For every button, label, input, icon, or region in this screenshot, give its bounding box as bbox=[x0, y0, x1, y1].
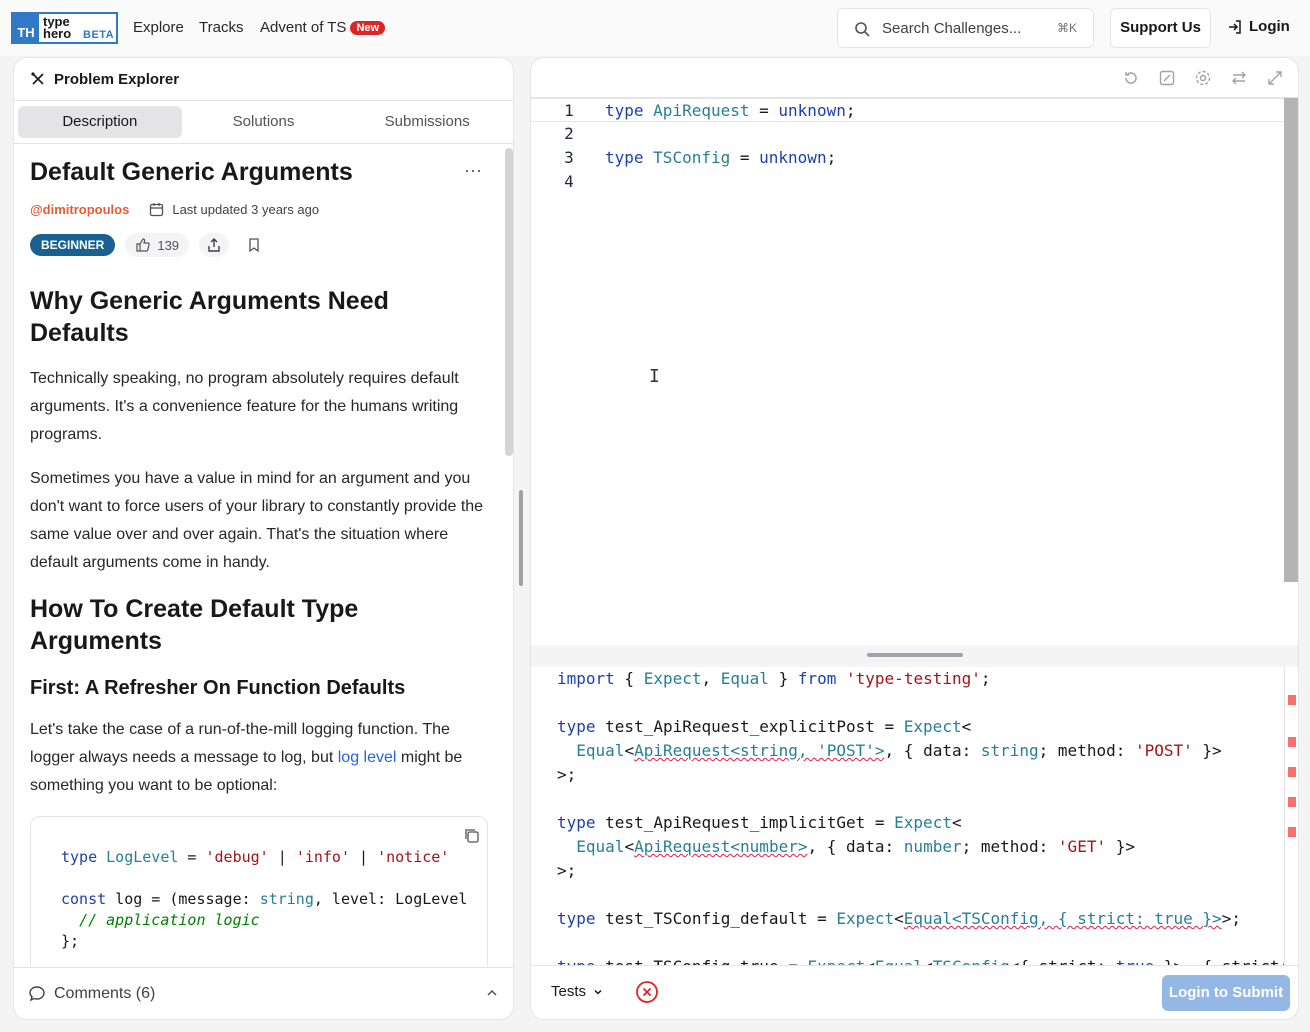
like-button[interactable]: 139 bbox=[125, 233, 190, 257]
test-line: Equal<ApiRequest<number>, { data: number… bbox=[576, 837, 1135, 856]
paragraph: Technically speaking, no program absolut… bbox=[30, 370, 459, 443]
test-line: type test_TSConfig_default = Expect<Equa… bbox=[557, 909, 1241, 928]
comments-toggle[interactable]: Comments (6) bbox=[14, 967, 513, 1019]
error-marker bbox=[1288, 767, 1296, 777]
error-marker bbox=[1288, 827, 1296, 837]
new-badge: New bbox=[350, 21, 386, 35]
error-marker bbox=[1288, 737, 1296, 747]
share-icon bbox=[208, 238, 220, 252]
login-icon bbox=[1229, 19, 1241, 34]
line-number: 2 bbox=[564, 124, 574, 143]
login-button[interactable]: Login bbox=[1227, 18, 1290, 35]
tests-scrollbar[interactable] bbox=[1284, 667, 1298, 967]
log-level-link[interactable]: log level bbox=[338, 749, 397, 766]
search-icon bbox=[855, 22, 870, 37]
settings-icon[interactable] bbox=[1194, 69, 1212, 87]
bookmark-button[interactable] bbox=[239, 233, 269, 257]
test-line: import { Expect, Equal } from 'type-test… bbox=[557, 669, 991, 688]
top-nav: TH type hero BETA Explore Tracks Advent … bbox=[0, 0, 1310, 56]
login-to-submit-button[interactable]: Login to Submit bbox=[1162, 975, 1290, 1011]
reset-icon[interactable] bbox=[1122, 69, 1140, 87]
code-editor[interactable]: 1 type ApiRequest = unknown; 2 3 type TS… bbox=[531, 98, 1298, 645]
description-content: Default Generic Arguments ··· @dimitropo… bbox=[14, 144, 504, 966]
test-line: >; bbox=[557, 765, 577, 784]
test-line: type test_ApiRequest_explicitPost = Expe… bbox=[557, 717, 972, 736]
chevron-up-icon bbox=[487, 989, 497, 996]
paragraph: Let's take the case of a run-of-the-mill… bbox=[30, 721, 463, 794]
tests-dropdown[interactable]: Tests bbox=[551, 983, 604, 1000]
tab-description[interactable]: Description bbox=[18, 106, 182, 138]
test-line: >; bbox=[557, 861, 577, 880]
challenge-title: Default Generic Arguments bbox=[30, 158, 353, 186]
typehero-logo[interactable]: TH type hero BETA bbox=[11, 12, 118, 44]
like-count: 139 bbox=[157, 237, 180, 253]
paragraph: Sometimes you have a value in mind for a… bbox=[30, 470, 484, 571]
problem-explorer-header: Problem Explorer bbox=[14, 58, 513, 101]
problem-tabs: Description Solutions Submissions bbox=[14, 101, 513, 144]
support-us-button[interactable]: Support Us bbox=[1110, 8, 1211, 48]
code-line[interactable]: 3 type TSConfig = unknown; bbox=[531, 146, 1285, 170]
calendar-icon bbox=[150, 203, 164, 217]
description-scrollbar[interactable] bbox=[505, 148, 513, 456]
nav-tracks[interactable]: Tracks bbox=[199, 19, 243, 36]
author-link[interactable]: @dimitropoulos bbox=[30, 202, 129, 217]
code-line[interactable]: 2 bbox=[531, 122, 1285, 146]
swap-icon[interactable] bbox=[1230, 69, 1248, 87]
editor-tests-splitter[interactable] bbox=[531, 645, 1298, 667]
line-number: 1 bbox=[564, 101, 574, 120]
test-line: type test_ApiRequest_implicitGet = Expec… bbox=[557, 813, 962, 832]
comment-icon bbox=[29, 985, 45, 1001]
tests-failed-icon bbox=[636, 981, 658, 1003]
search-input[interactable]: Search Challenges... ⌘K bbox=[837, 8, 1094, 48]
format-icon[interactable] bbox=[1158, 69, 1176, 87]
panel-resize-handle[interactable] bbox=[519, 490, 523, 586]
text-cursor: I bbox=[649, 366, 660, 387]
code-line[interactable]: 1 type ApiRequest = unknown; bbox=[531, 98, 1285, 122]
more-options-icon[interactable]: ··· bbox=[464, 160, 482, 181]
share-button[interactable] bbox=[199, 233, 230, 257]
test-line: Equal<ApiRequest<string, 'POST'>, { data… bbox=[576, 741, 1222, 760]
last-updated: Last updated 3 years ago bbox=[149, 202, 319, 217]
tools-icon bbox=[31, 72, 44, 85]
copy-icon[interactable] bbox=[463, 827, 481, 845]
line-number: 3 bbox=[564, 148, 574, 167]
splitter-handle[interactable] bbox=[867, 653, 963, 657]
code-example: type LogLevel = 'debug' | 'info' | 'noti… bbox=[30, 816, 488, 966]
section-heading: How To Create Default Type Arguments bbox=[30, 595, 359, 655]
line-number: 4 bbox=[564, 172, 574, 191]
problem-explorer-panel: Problem Explorer Description Solutions S… bbox=[13, 57, 514, 1020]
code-line-text: type TSConfig = unknown; bbox=[605, 148, 837, 167]
chevron-down-icon bbox=[594, 989, 602, 995]
logo-wordmark: type hero bbox=[43, 14, 72, 41]
bookmark-icon bbox=[249, 238, 259, 253]
section-heading: Why Generic Arguments Need Defaults bbox=[30, 287, 389, 347]
expand-icon[interactable] bbox=[1266, 69, 1284, 87]
tab-solutions[interactable]: Solutions bbox=[182, 106, 346, 138]
editor-scrollbar[interactable] bbox=[1284, 98, 1298, 582]
difficulty-badge: BEGINNER bbox=[30, 234, 116, 256]
code-editor-panel: 1 type ApiRequest = unknown; 2 3 type TS… bbox=[530, 57, 1299, 1020]
beta-label: BETA bbox=[83, 29, 115, 41]
nav-explore[interactable]: Explore bbox=[133, 19, 184, 36]
tab-submissions[interactable]: Submissions bbox=[345, 106, 509, 138]
logo-mark: TH bbox=[13, 14, 39, 42]
editor-toolbar bbox=[531, 58, 1298, 98]
subsection-heading: First: A Refresher On Function Defaults bbox=[30, 677, 406, 699]
search-shortcut: ⌘K bbox=[1056, 21, 1077, 35]
nav-advent-of-ts[interactable]: Advent of TS New bbox=[260, 19, 386, 36]
test-cases-editor[interactable]: import { Expect, Equal } from 'type-test… bbox=[531, 667, 1298, 967]
thumbs-up-icon bbox=[136, 238, 151, 252]
search-placeholder: Search Challenges... bbox=[882, 20, 1022, 37]
code-line[interactable]: 4 bbox=[531, 170, 1285, 194]
error-marker bbox=[1288, 797, 1296, 807]
code-line-text: type ApiRequest = unknown; bbox=[605, 101, 856, 120]
error-marker bbox=[1288, 695, 1296, 705]
editor-footer: Tests Login to Submit bbox=[531, 965, 1298, 1019]
